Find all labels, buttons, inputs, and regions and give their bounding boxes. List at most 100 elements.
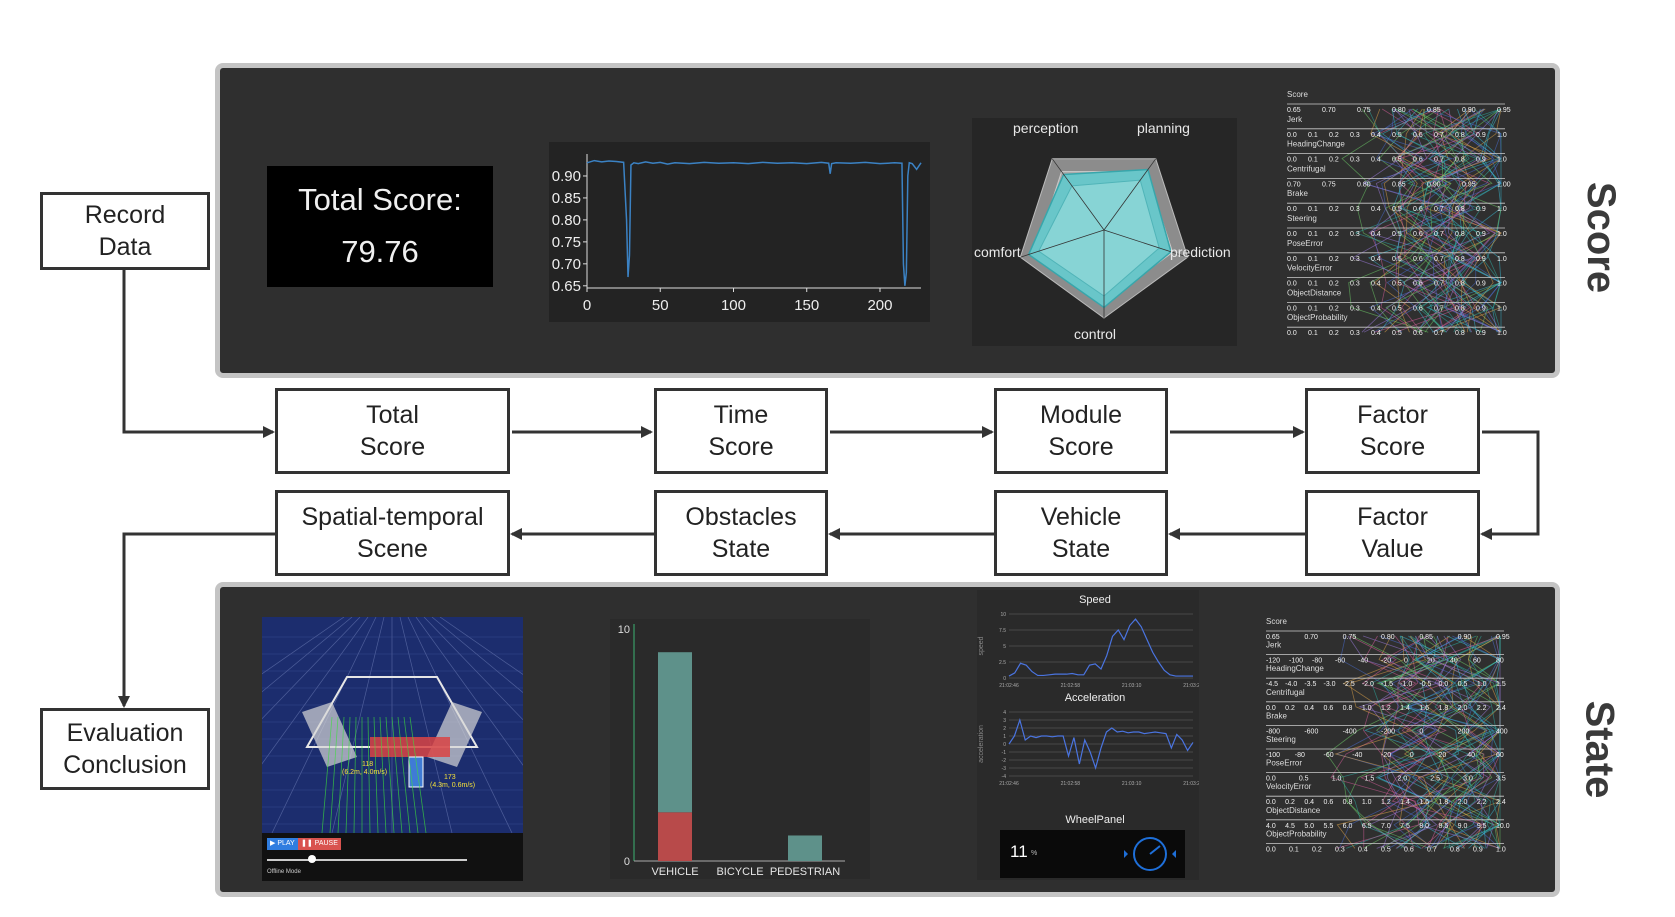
y-tick-label: 0 [624, 856, 630, 868]
parcoords-tick-label: 0.6 [1413, 281, 1423, 288]
parcoords-tick-label: 0.65 [1287, 107, 1301, 114]
y-tick-label: 0.90 [552, 168, 581, 185]
radar-label-control: control [1074, 326, 1117, 342]
parcoords-tick-label: 0.2 [1329, 330, 1339, 337]
parcoords-tick-label: 0.1 [1308, 132, 1318, 139]
parcoords-tick-label: -60 [1324, 752, 1334, 759]
x-tick-label: 21:02:46 [999, 683, 1019, 689]
parcoords-tick-label: 7.0 [1381, 823, 1391, 830]
parcoords-tick-label: 1.2 [1381, 705, 1391, 712]
parcoords-tick-label: 0.7 [1434, 330, 1444, 337]
scene-crosswalk [427, 702, 482, 767]
parcoords-tick-label: 0.3 [1350, 231, 1360, 238]
vehicle-state-box: Vehicle State [994, 490, 1168, 576]
parcoords-tick-label: 0.7 [1434, 206, 1444, 213]
obstacles-state-bar-chart: 0 10 VEHICLE BICYCLE PEDESTRIAN [610, 619, 870, 879]
parcoords-tick-label: 0.1 [1308, 330, 1318, 337]
parcoords-tick-label: 0.3 [1350, 132, 1360, 139]
parcoords-axis-name: PoseError [1287, 239, 1323, 248]
time-score-box: Time Score [654, 388, 828, 474]
parcoords-axis-name: VelocityError [1266, 782, 1312, 791]
parcoords-tick-label: 0.0 [1439, 681, 1449, 688]
parcoords-tick-label: 0.95 [1462, 181, 1476, 188]
parcoords-tick-label: 0.9 [1476, 256, 1486, 263]
parcoords-tick-label: 0.4 [1371, 305, 1381, 312]
parcoords-tick-label: 0.8 [1455, 330, 1465, 337]
parcoords-tick-label: 0.1 [1308, 157, 1318, 164]
total-score-widget: Total Score: 79.76 [267, 166, 493, 287]
parcoords-tick-label: 0.0 [1287, 206, 1297, 213]
x-tick-label: 100 [721, 297, 746, 314]
parcoords-tick-label: 1.0 [1497, 132, 1507, 139]
parcoords-tick-label: 0.80 [1381, 634, 1395, 641]
parcoords-tick-label: 7.5 [1400, 823, 1410, 830]
parcoords-tick-label: 0.2 [1329, 157, 1339, 164]
offline-mode-toggle[interactable]: Offline Mode [267, 869, 301, 875]
parcoords-tick-label: 0.7 [1427, 846, 1437, 853]
parcoords-tick-label: 1.0 [1497, 256, 1507, 263]
parcoords-tick-label: -400 [1343, 728, 1357, 735]
parcoords-tick-label: 0.9 [1473, 846, 1483, 853]
parcoords-tick-label: 1.0 [1477, 681, 1487, 688]
parcoords-tick-label: 0.1 [1308, 281, 1318, 288]
vehicle-state-charts: Speed speed 10 7.5 5 2.5 0 21:02:46 21:02:58 21:0… [977, 590, 1203, 880]
parcoords-tick-label: 0.4 [1371, 256, 1381, 263]
parcoords-tick-label: 0.6 [1413, 132, 1423, 139]
parcoords-tick-label: -2.5 [1343, 681, 1355, 688]
parcoords-tick-label: 60 [1496, 752, 1504, 759]
radar-label-planning: planning [1137, 120, 1190, 136]
y-tick-label: 5 [1003, 644, 1006, 650]
playback-slider-thumb[interactable] [308, 855, 316, 863]
vehicle-chart-title: Acceleration [1065, 692, 1126, 704]
parcoords-axis-name: Jerk [1287, 115, 1303, 124]
factor-value-parallel-coordinates: Score 0.65 0.70 0.75 0.80 0.85 0.90 0.95 Jerk -12… [1262, 616, 1512, 862]
pause-button[interactable]: ❚❚ PAUSE [298, 838, 341, 850]
parcoords-tick-label: 0.9 [1476, 206, 1486, 213]
playback-slider-track[interactable] [267, 859, 467, 861]
parcoords-tick-label: 1.6 [1419, 799, 1429, 806]
spatial-temporal-scene-box: Spatial-temporal Scene [275, 490, 510, 576]
parcoords-tick-label: 0.70 [1322, 107, 1336, 114]
parcoords-tick-label: 0.0 [1287, 132, 1297, 139]
radar-label-perception: perception [1013, 120, 1079, 136]
parcoords-tick-label: 0.7 [1434, 305, 1444, 312]
parcoords-tick-label: 3.0 [1463, 776, 1473, 783]
parcoords-tick-label: 8.5 [1439, 823, 1449, 830]
play-button[interactable]: ▶ PLAY [267, 838, 298, 850]
scene-annotation: 118 [362, 761, 373, 768]
parcoords-tick-label: 9.5 [1477, 823, 1487, 830]
x-tick-label: PEDESTRIAN [770, 866, 840, 878]
parcoords-tick-label: 0.80 [1392, 107, 1406, 114]
scene-trajectory [397, 716, 411, 834]
parcoords-tick-label: 0.3 [1335, 846, 1345, 853]
parcoords-tick-label: 0.0 [1287, 305, 1297, 312]
bar-pedestrian [788, 835, 822, 861]
parcoords-tick-label: 0.4 [1371, 330, 1381, 337]
scene-annotation: (6.2m, 4.0m/s) [342, 769, 387, 776]
parcoords-tick-label: 1.0 [1497, 281, 1507, 288]
parcoords-tick-label: 0.8 [1455, 231, 1465, 238]
record-data-box: Record Data [40, 192, 210, 270]
parcoords-tick-label: 0.5 [1392, 330, 1402, 337]
scene-annotation: 173 [444, 774, 456, 781]
x-tick-label: 150 [794, 297, 819, 314]
scene-trajectory [385, 716, 395, 834]
parcoords-tick-label: 1.4 [1400, 705, 1410, 712]
parcoords-tick-label: 0.90 [1427, 181, 1441, 188]
parcoords-axis-name: ObjectDistance [1266, 806, 1321, 815]
parcoords-tick-label: 0.0 [1287, 256, 1297, 263]
parcoords-tick-label: 1.0 [1497, 206, 1507, 213]
parcoords-tick-label: 0.5 [1458, 681, 1468, 688]
y-tick-label: 7.5 [999, 628, 1006, 634]
parcoords-tick-label: 0.4 [1304, 705, 1314, 712]
parcoords-lines [1341, 108, 1503, 333]
parcoords-tick-label: 0.4 [1371, 157, 1381, 164]
parcoords-tick-label: 0.2 [1329, 231, 1339, 238]
parcoords-tick-label: 0.4 [1371, 281, 1381, 288]
parcoords-tick-label: 0.7 [1434, 256, 1444, 263]
y-tick-label: 0 [1003, 742, 1006, 748]
parcoords-tick-label: -3.5 [1304, 681, 1316, 688]
arrow-spatial-to-conclusion [118, 532, 275, 708]
parcoords-tick-label: 1.6 [1419, 705, 1429, 712]
y-tick-label: -1 [1002, 750, 1007, 756]
